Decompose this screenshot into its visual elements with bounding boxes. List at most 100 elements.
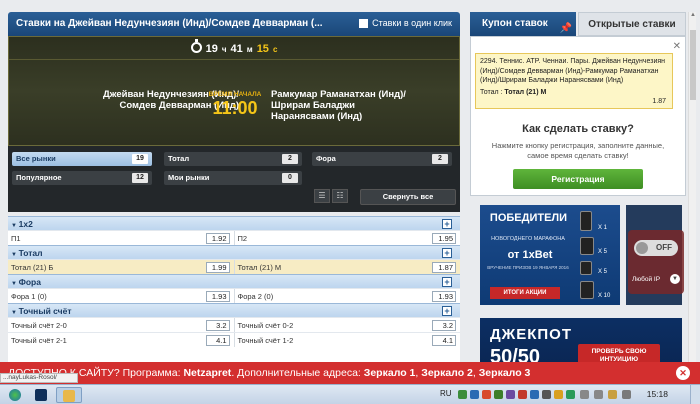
- promo-subheading: НОВОГОДНЕГО МАРАФОНА: [491, 236, 565, 242]
- tray-icon[interactable]: [482, 390, 491, 399]
- start-time-block: ВРЕМЯ НАЧАЛА 11:00: [204, 91, 266, 118]
- promo-banner-marathon[interactable]: ПОБЕДИТЕЛИ НОВОГОДНЕГО МАРАФОНА от 1xBet…: [480, 205, 620, 305]
- expand-plus-icon[interactable]: +: [442, 219, 452, 229]
- odds-value[interactable]: 4.1: [205, 335, 230, 346]
- scrollbar-thumb[interactable]: [690, 30, 696, 100]
- vpn-toggle[interactable]: OFF: [634, 240, 678, 256]
- markets-list: ▼ 1х2 + П1 1.92 П2 1.95 ▼ Тотал + Тотал (21) Б 1.…: [8, 216, 460, 362]
- vpn-widget[interactable]: OFF Любой IP ▼: [628, 230, 684, 294]
- bet-option[interactable]: Точный счёт 2-1 4.1: [8, 333, 234, 347]
- tray-icon[interactable]: [608, 390, 617, 399]
- bet-option[interactable]: П2 1.95: [233, 231, 461, 245]
- odds-value[interactable]: 4.1: [432, 335, 456, 346]
- show-desktop-button[interactable]: [690, 385, 700, 404]
- filter-total[interactable]: Тотал 2: [164, 152, 302, 166]
- bet-description: 2294. Теннис. ATP. Ченнаи. Пары. Джейван…: [480, 58, 666, 84]
- vpn-label: Любой IP: [632, 276, 661, 283]
- bet-option[interactable]: П1 1.92: [8, 231, 234, 245]
- odds-value[interactable]: 3.2: [432, 320, 456, 331]
- tray-icon[interactable]: [458, 390, 467, 399]
- market-header[interactable]: ▼ Тотал +: [8, 245, 460, 259]
- language-indicator[interactable]: RU: [440, 389, 452, 398]
- bet-option[interactable]: Фора 1 (0) 1.93: [8, 289, 234, 303]
- bet-option[interactable]: Фора 2 (0) 1.93: [233, 289, 461, 303]
- filter-count: 19: [132, 154, 148, 164]
- watch-icon: [580, 261, 592, 275]
- caret-down-icon: ▼: [11, 252, 19, 258]
- timer-seconds-unit: с: [272, 45, 278, 54]
- tray-icon[interactable]: [542, 390, 551, 399]
- close-icon[interactable]: ✕: [676, 366, 690, 380]
- odds-value[interactable]: 1.92: [205, 233, 230, 244]
- toggle-knob: [636, 242, 648, 254]
- filter-all-markets[interactable]: Все рынки 19: [12, 152, 152, 166]
- tray-icon[interactable]: [494, 390, 503, 399]
- prize-qty: X 10: [598, 293, 611, 299]
- player-icon: [580, 281, 594, 299]
- network-icon[interactable]: [580, 390, 589, 399]
- odds-value[interactable]: 3.2: [205, 320, 230, 331]
- bet-option[interactable]: Точный счёт 0-2 3.2: [233, 318, 461, 332]
- filter-label: Все рынки: [16, 154, 56, 163]
- list-view-icon[interactable]: ☰: [314, 189, 330, 203]
- odds-value[interactable]: 1.93: [205, 291, 230, 302]
- notify-program[interactable]: Netzapret: [183, 367, 231, 379]
- filter-popular[interactable]: Популярное 12: [12, 171, 152, 185]
- volume-icon[interactable]: [594, 390, 603, 399]
- odds-value[interactable]: 1.87: [432, 262, 456, 273]
- bet-option[interactable]: Тотал (21) М 1.87: [233, 260, 461, 274]
- tray-icon[interactable]: [622, 390, 631, 399]
- filter-count: 0: [282, 173, 298, 183]
- market-header[interactable]: ▼ Фора +: [8, 274, 460, 288]
- tab-coupon[interactable]: Купон ставок 📌: [470, 12, 576, 36]
- mirror-link-1[interactable]: Зеркало 1: [364, 367, 416, 379]
- photoshop-icon[interactable]: [30, 387, 52, 403]
- tray-icon[interactable]: [518, 390, 527, 399]
- filter-my-markets[interactable]: Мои рынки 0: [164, 171, 302, 185]
- odds-value[interactable]: 1.95: [432, 233, 456, 244]
- tray-icon[interactable]: [470, 390, 479, 399]
- register-button[interactable]: Регистрация: [513, 169, 643, 189]
- tray-icon[interactable]: [530, 390, 539, 399]
- timer-minutes-unit: м: [246, 45, 253, 54]
- chevron-down-icon[interactable]: ▼: [670, 274, 680, 284]
- grid-view-icon[interactable]: ☷: [332, 189, 348, 203]
- expand-plus-icon[interactable]: +: [442, 306, 452, 316]
- market-header[interactable]: ▼ 1х2 +: [8, 216, 460, 230]
- bet-option-label: Точный счёт 2-0: [11, 321, 67, 330]
- filter-count: 2: [282, 154, 298, 164]
- one-click-toggle[interactable]: Ставки в один клик: [359, 18, 452, 28]
- timer-minutes: 41: [230, 43, 243, 55]
- odds-value[interactable]: 1.93: [432, 291, 456, 302]
- start-icon[interactable]: [4, 387, 26, 403]
- bet-option[interactable]: Тотал (21) Б 1.99: [8, 260, 234, 274]
- explorer-icon[interactable]: [56, 387, 82, 403]
- event-title: Ставки на Джейван Недунчезиян (Инд)/Сомд…: [16, 18, 323, 29]
- mirror-link-3[interactable]: Зеркало 3: [479, 367, 531, 379]
- market-header[interactable]: ▼ Точный счёт +: [8, 303, 460, 317]
- coupon-tabs: Купон ставок 📌 Открытые ставки: [470, 12, 686, 36]
- expand-plus-icon[interactable]: +: [442, 277, 452, 287]
- tab-open-bets[interactable]: Открытые ставки: [578, 12, 686, 36]
- clock[interactable]: 15:18: [647, 389, 668, 399]
- scroll-up-icon[interactable]: ▲: [689, 12, 697, 20]
- promo-results-button[interactable]: ИТОГИ АКЦИИ: [490, 287, 560, 299]
- stopwatch-icon: [190, 39, 202, 53]
- tray-icon[interactable]: [506, 390, 515, 399]
- one-click-checkbox[interactable]: [359, 18, 369, 28]
- filter-count: 2: [432, 154, 448, 164]
- odds-value[interactable]: 1.99: [205, 262, 230, 273]
- caret-down-icon: ▼: [11, 281, 19, 287]
- expand-plus-icon[interactable]: +: [442, 248, 452, 258]
- close-icon[interactable]: ✕: [673, 41, 681, 52]
- bet-option[interactable]: Точный счёт 1-2 4.1: [233, 333, 461, 347]
- filter-handicap[interactable]: Фора 2: [312, 152, 452, 166]
- prize-qty: X 5: [598, 249, 608, 255]
- bet-option[interactable]: Точный счёт 2-0 3.2: [8, 318, 234, 332]
- mirror-link-2[interactable]: Зеркало 2: [421, 367, 473, 379]
- tray-icon[interactable]: [554, 390, 563, 399]
- collapse-all-button[interactable]: Свернуть все: [360, 189, 456, 205]
- tray-icon[interactable]: [566, 390, 575, 399]
- page-scrollbar[interactable]: ▲: [688, 12, 696, 377]
- promo-from: от: [507, 249, 520, 261]
